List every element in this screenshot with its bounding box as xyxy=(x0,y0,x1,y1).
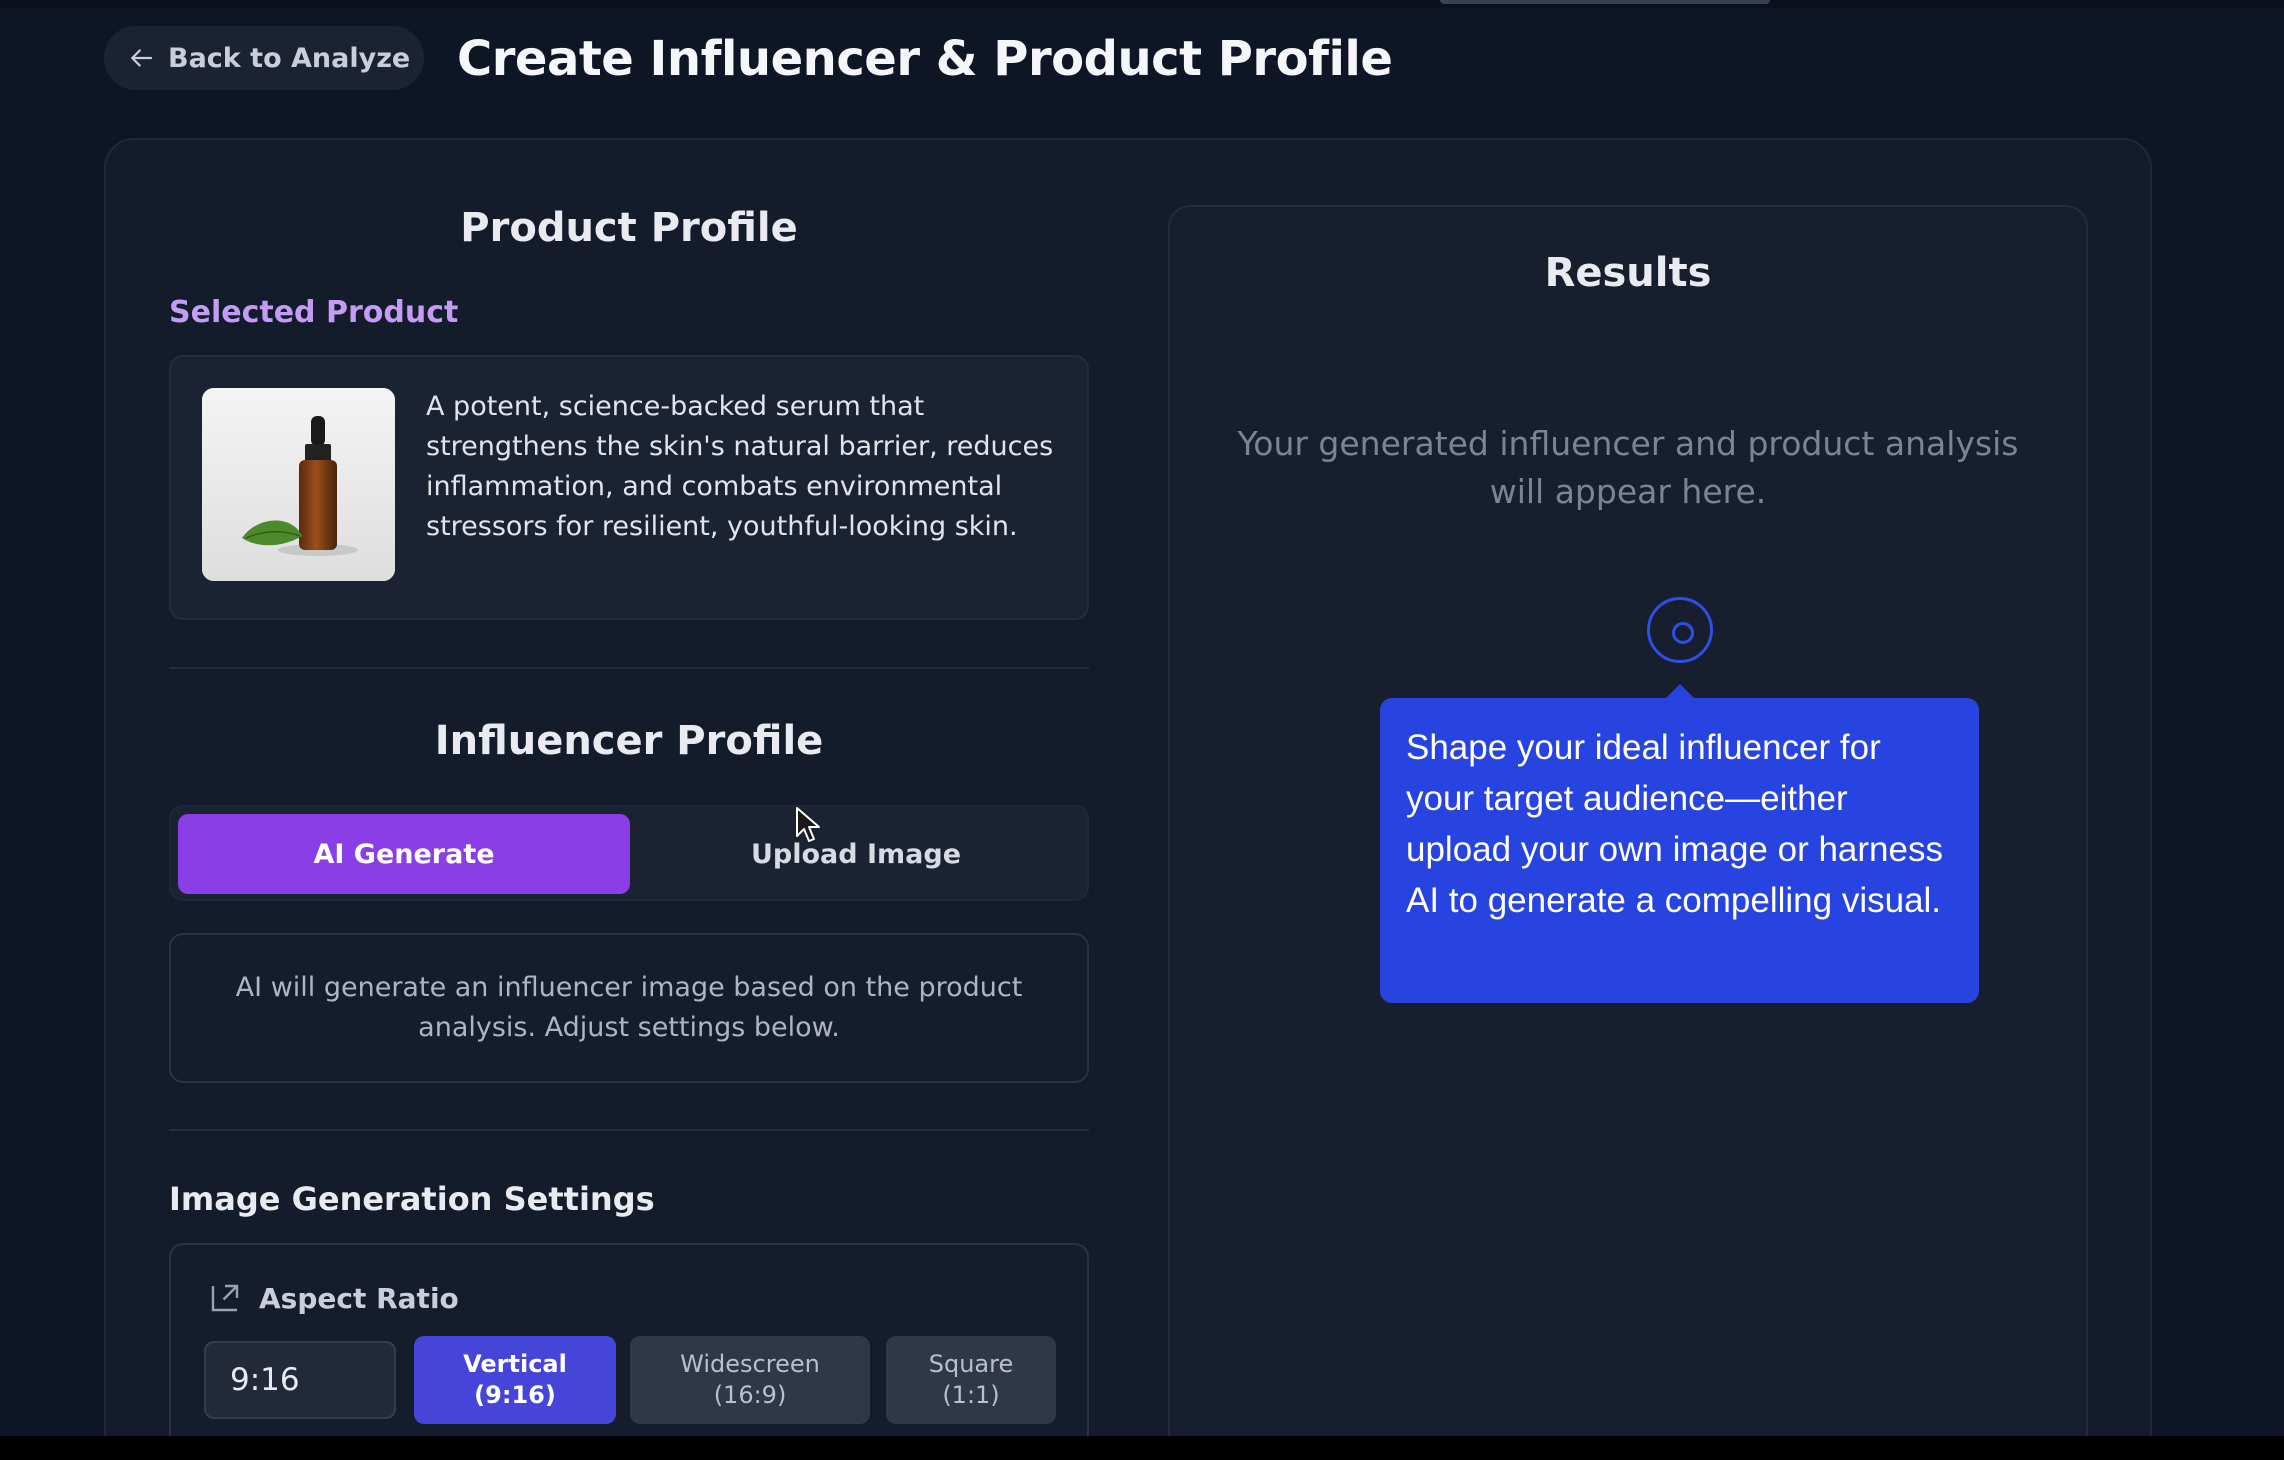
section-divider xyxy=(169,1129,1089,1131)
aspect-ratio-header: Aspect Ratio xyxy=(207,1280,459,1316)
onboarding-tooltip[interactable]: Shape your ideal influencer for your tar… xyxy=(1380,698,1979,1003)
influencer-profile-title: Influencer Profile xyxy=(434,718,824,764)
arrow-left-icon xyxy=(131,49,153,67)
back-label: Back to Analyze xyxy=(168,42,411,74)
image-settings-title: Image Generation Settings xyxy=(169,1180,655,1218)
aspect-option-label: Vertical xyxy=(463,1350,567,1378)
aspect-widescreen-button[interactable]: Widescreen (16:9) xyxy=(630,1336,870,1424)
selected-product-label: Selected Product xyxy=(169,295,459,330)
aspect-option-ratio: (9:16) xyxy=(474,1381,556,1409)
aspect-ratio-icon xyxy=(211,1284,239,1312)
aspect-option-ratio: (1:1) xyxy=(942,1381,1000,1409)
mouse-cursor-icon xyxy=(796,807,820,842)
influencer-source-toggle: AI Generate Upload Image xyxy=(169,805,1089,901)
aspect-square-button[interactable]: Square (1:1) xyxy=(886,1336,1056,1424)
section-divider xyxy=(169,667,1089,669)
product-description: A potent, science-backed serum that stre… xyxy=(426,391,1054,542)
tab-ai-generate[interactable]: AI Generate xyxy=(178,814,630,894)
tour-beacon-icon[interactable] xyxy=(1647,597,1713,663)
selected-product-card[interactable]: A potent, science-backed serum that stre… xyxy=(169,355,1089,620)
back-to-analyze-button[interactable]: Back to Analyze xyxy=(104,26,424,90)
results-placeholder: Your generated influencer and product an… xyxy=(1237,424,2019,511)
aspect-option-ratio: (16:9) xyxy=(713,1381,787,1409)
aspect-option-label: Widescreen xyxy=(680,1350,820,1378)
ai-generate-info: AI will generate an influencer image bas… xyxy=(169,933,1089,1083)
aspect-ratio-input[interactable] xyxy=(204,1341,396,1419)
aspect-ratio-card: Aspect Ratio Vertical (9:16) Widescreen (1… xyxy=(169,1243,1089,1460)
aspect-option-label: Square xyxy=(928,1350,1014,1378)
page-title: Create Influencer & Product Profile xyxy=(457,31,1393,87)
window-handle xyxy=(1440,0,1770,4)
product-profile-title: Product Profile xyxy=(460,205,798,251)
tab-upload-image[interactable]: Upload Image xyxy=(630,814,1082,894)
bottom-edge xyxy=(0,1436,2284,1460)
aspect-vertical-button[interactable]: Vertical (9:16) xyxy=(414,1336,616,1424)
results-title: Results xyxy=(1544,250,1712,296)
top-edge xyxy=(0,0,2284,8)
product-image xyxy=(202,388,395,581)
aspect-ratio-label: Aspect Ratio xyxy=(259,1281,459,1315)
